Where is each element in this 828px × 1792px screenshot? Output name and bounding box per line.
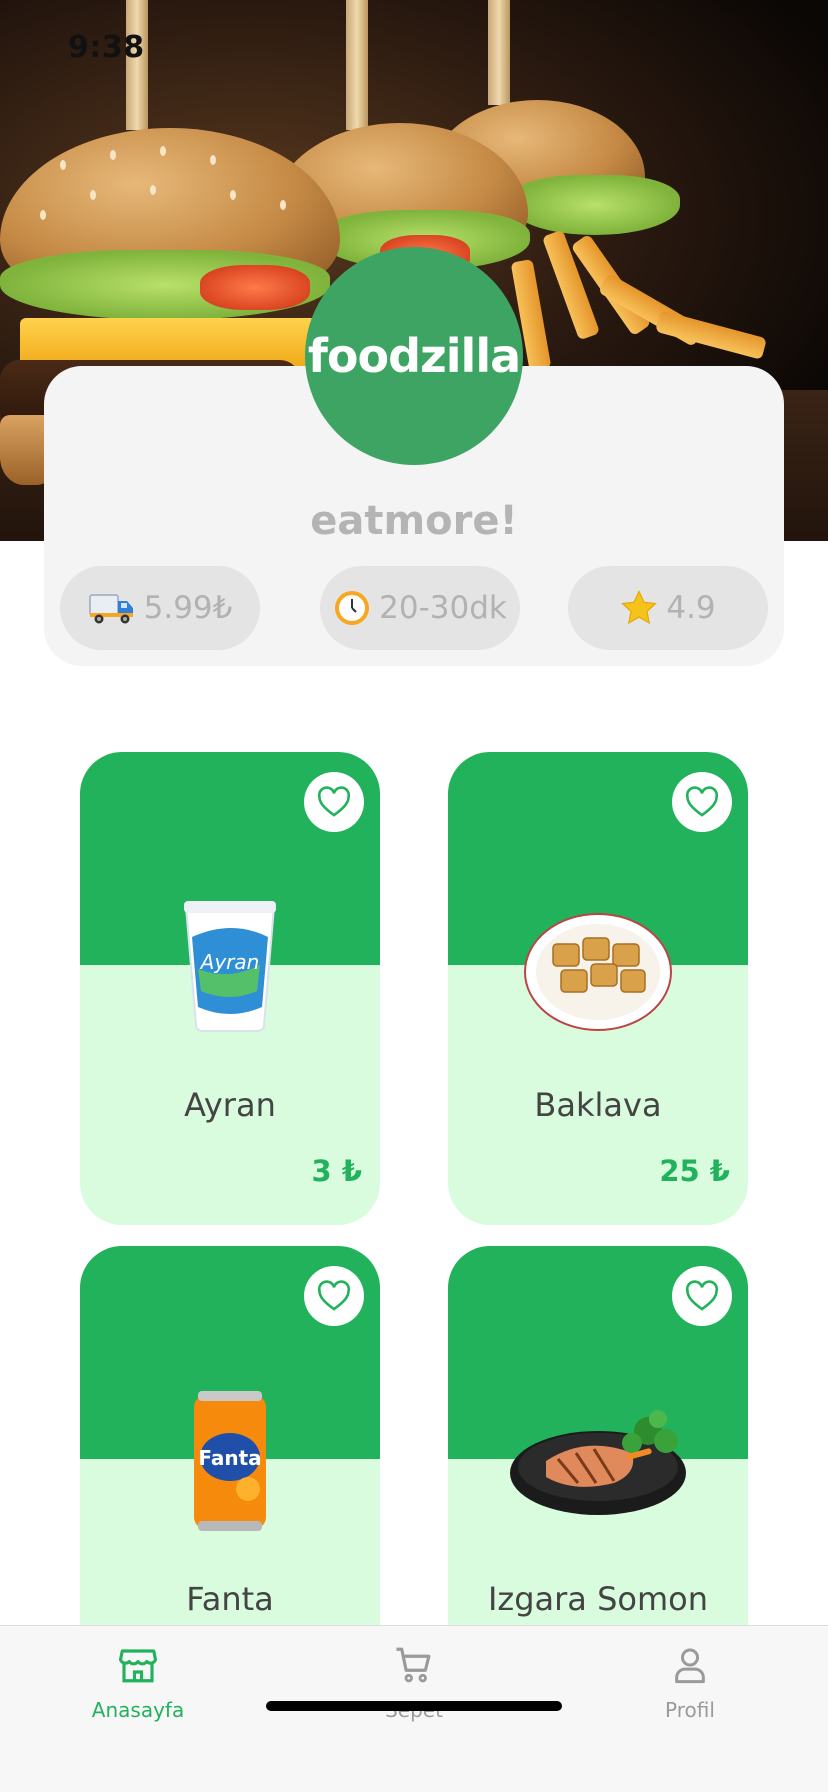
delivery-time-value: 20-30dk (379, 590, 507, 626)
svg-text:Fanta: Fanta (198, 1446, 261, 1470)
favorite-heart-button[interactable] (672, 1266, 732, 1326)
svg-text:Ayran: Ayran (199, 950, 260, 974)
product-name: Baklava (534, 1086, 662, 1124)
delivery-fee-pill: 5.99₺ (60, 566, 260, 650)
user-icon (675, 1648, 705, 1684)
nav-home[interactable]: Anasayfa (58, 1644, 218, 1722)
heart-icon (317, 786, 351, 817)
star-icon (620, 590, 658, 626)
favorite-heart-button[interactable] (672, 772, 732, 832)
delivery-fee-value: 5.99₺ (143, 590, 233, 626)
heart-icon (685, 786, 719, 817)
product-card[interactable]: Baklava 25 ₺ (448, 752, 748, 1225)
nav-profile-label: Profil (665, 1698, 715, 1722)
restaurant-logo: foodzilla (305, 247, 523, 465)
delivery-time-pill: 20-30dk (320, 566, 520, 650)
baklava-plate-image (448, 892, 748, 1042)
grilled-salmon-image (448, 1386, 748, 1536)
heart-icon (685, 1280, 719, 1311)
favorite-heart-button[interactable] (304, 1266, 364, 1326)
heart-icon (317, 1280, 351, 1311)
clock-icon (333, 589, 371, 627)
fanta-can-image: Fanta (80, 1386, 380, 1536)
logo-text: foodzilla (307, 329, 521, 383)
rating-pill: 4.9 (568, 566, 768, 650)
home-indicator (266, 1701, 562, 1711)
product-price: 25 ₺ (659, 1154, 730, 1188)
store-icon (118, 1649, 158, 1683)
product-name: Izgara Somon (487, 1580, 708, 1618)
rating-value: 4.9 (666, 590, 716, 626)
restaurant-tagline: eatmore! (310, 498, 518, 544)
status-time: 9:38 (68, 30, 145, 65)
product-price: 3 ₺ (311, 1154, 362, 1188)
product-card[interactable]: Izgara Somon (448, 1246, 748, 1666)
product-name: Ayran (184, 1086, 276, 1124)
ayran-cup-image: Ayran (80, 892, 380, 1042)
product-card[interactable]: Ayran Ayran 3 ₺ (80, 752, 380, 1225)
nav-profile[interactable]: Profil (610, 1644, 770, 1722)
delivery-truck-icon (88, 591, 136, 625)
product-name: Fanta (186, 1580, 274, 1618)
favorite-heart-button[interactable] (304, 772, 364, 832)
cart-icon (396, 1647, 431, 1683)
nav-home-label: Anasayfa (91, 1698, 185, 1722)
product-card[interactable]: Fanta Fanta (80, 1246, 380, 1666)
